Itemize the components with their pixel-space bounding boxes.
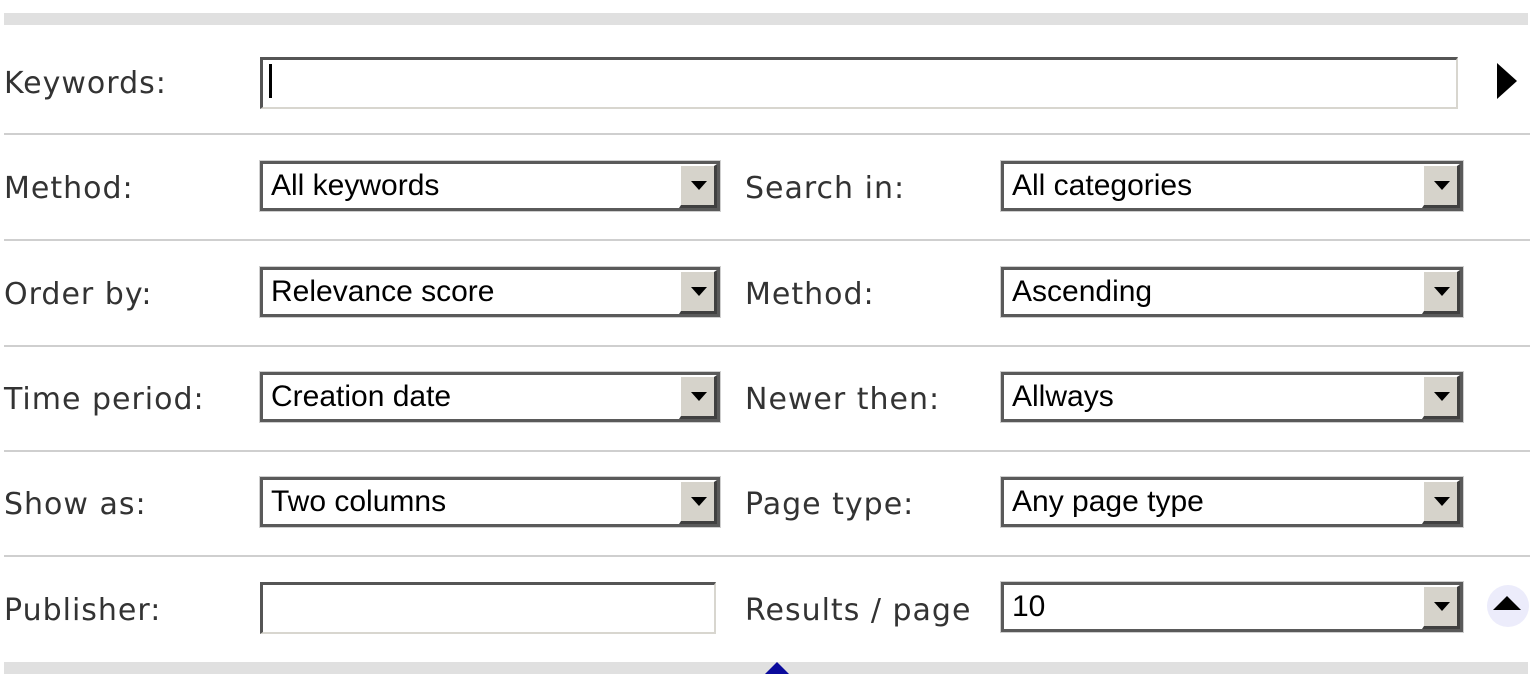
chevron-down-icon[interactable] (679, 375, 717, 419)
show-as-select[interactable]: Two columns (259, 476, 721, 528)
time-period-label: Time period: (4, 382, 205, 417)
show-as-label: Show as: (4, 487, 147, 522)
keywords-input[interactable] (260, 57, 1458, 109)
keywords-label: Keywords: (4, 66, 167, 101)
results-per-page-select[interactable]: 10 (1000, 581, 1464, 633)
chevron-down-icon[interactable] (679, 164, 717, 208)
method-label: Method: (4, 171, 134, 206)
play-triangle-icon[interactable] (1497, 63, 1517, 99)
search-in-label: Search in: (745, 171, 906, 206)
order-by-label: Order by: (4, 277, 153, 312)
separator (4, 345, 1530, 347)
publisher-input[interactable] (260, 582, 716, 634)
chevron-down-icon[interactable] (1422, 164, 1460, 208)
chevron-down-icon[interactable] (679, 480, 717, 524)
triangle-up-icon[interactable] (765, 662, 789, 674)
time-period-select[interactable]: Creation date (259, 371, 721, 423)
search-in-select[interactable]: All categories (1000, 160, 1464, 212)
chevron-down-icon[interactable] (1422, 480, 1460, 524)
page-type-label: Page type: (745, 487, 915, 522)
newer-then-select[interactable]: Allways (1000, 371, 1464, 423)
separator (4, 133, 1530, 135)
publisher-label: Publisher: (4, 593, 162, 628)
separator (4, 239, 1530, 241)
page-type-select[interactable]: Any page type (1000, 476, 1464, 528)
triangle-up-icon[interactable] (1487, 585, 1529, 627)
chevron-down-icon[interactable] (1422, 375, 1460, 419)
newer-then-label: Newer then: (745, 382, 941, 417)
order-by-select[interactable]: Relevance score (259, 266, 721, 318)
chevron-down-icon[interactable] (679, 270, 717, 314)
chevron-down-icon[interactable] (1422, 585, 1460, 629)
top-bar (4, 13, 1528, 25)
chevron-down-icon[interactable] (1422, 270, 1460, 314)
separator (4, 450, 1530, 452)
separator (4, 555, 1530, 557)
sort-method-select[interactable]: Ascending (1000, 266, 1464, 318)
results-per-page-label: Results / page (745, 593, 972, 628)
text-caret (269, 64, 272, 98)
method-select[interactable]: All keywords (259, 160, 721, 212)
sort-method-label: Method: (745, 277, 875, 312)
